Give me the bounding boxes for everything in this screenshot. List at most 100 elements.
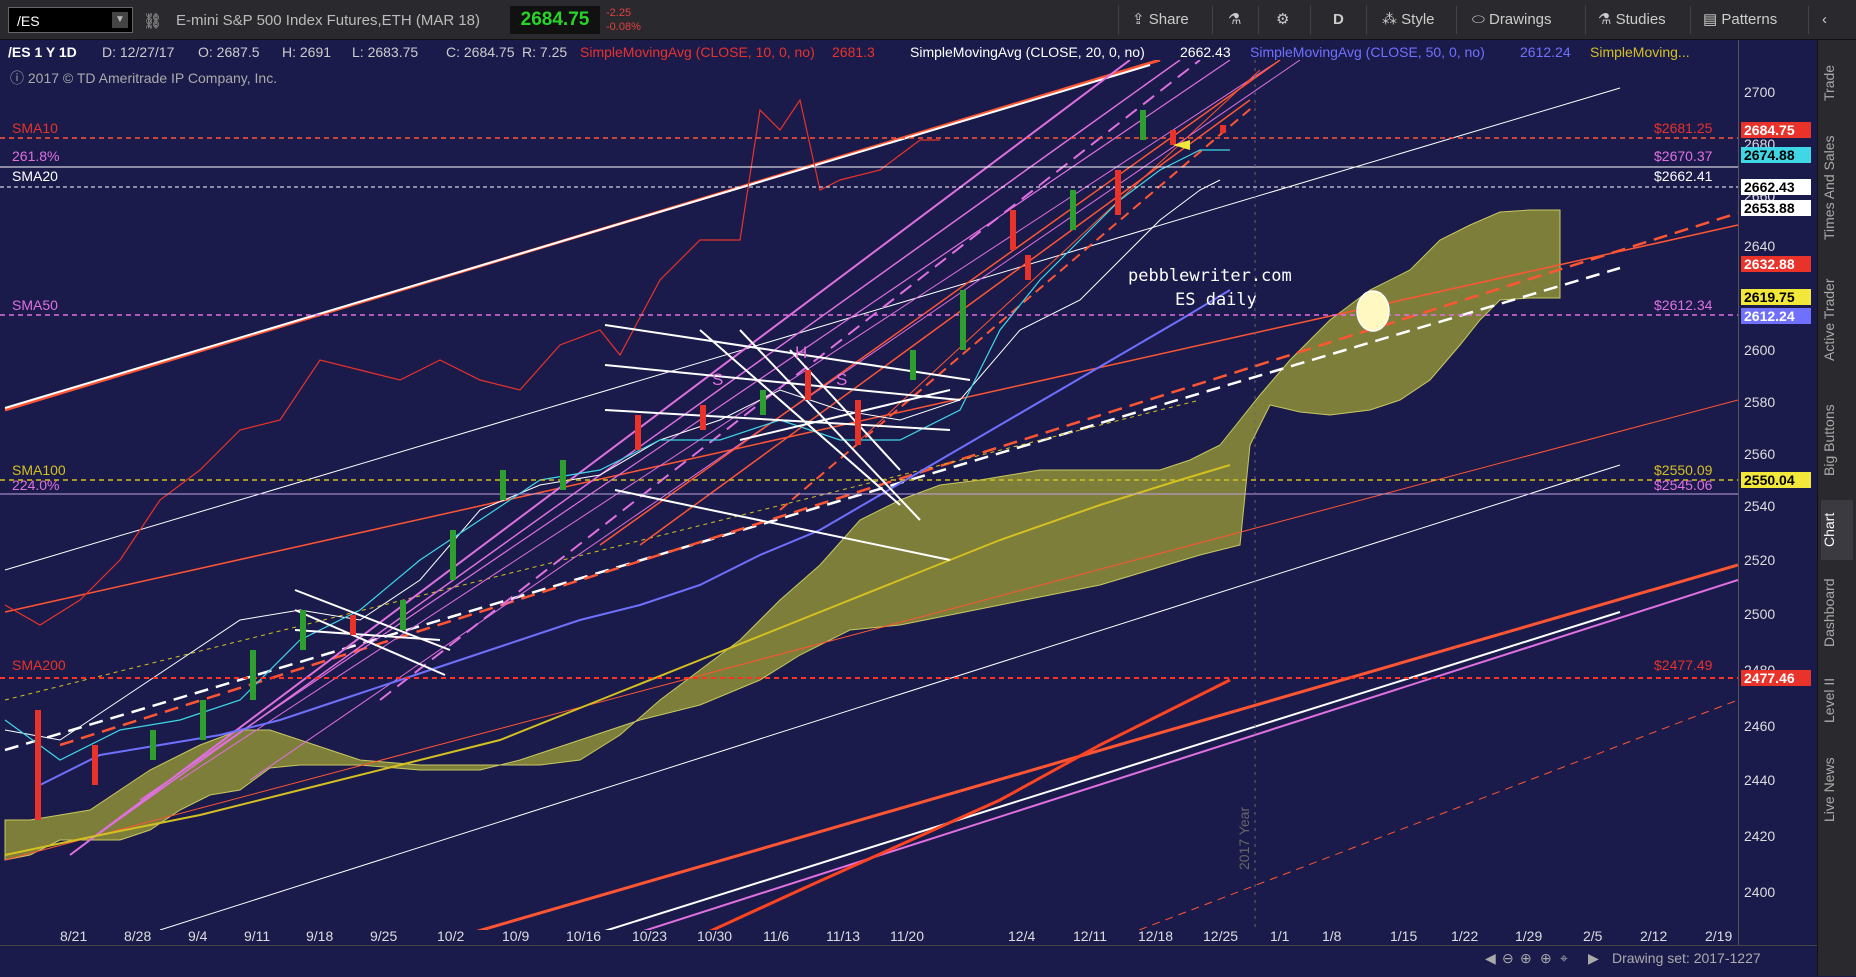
open-label: O: 2687.5	[198, 44, 260, 60]
annotation-head: H	[795, 343, 808, 362]
left-label-fib: 261.8%	[12, 148, 60, 164]
sma20-study-value: 2662.43	[1180, 44, 1231, 60]
tab-level-ii[interactable]: Level II	[1821, 670, 1853, 730]
y-tick: 2460	[1744, 718, 1776, 734]
x-tick: 10/9	[502, 928, 530, 944]
tab-active-trader[interactable]: Active Trader	[1821, 265, 1853, 375]
tab-trade[interactable]: Trade	[1821, 55, 1853, 110]
sma50-study-label[interactable]: SimpleMovingAvg (CLOSE, 50, 0, no)	[1250, 44, 1485, 60]
right-label-sma200: $2477.49	[1654, 657, 1713, 673]
x-tick: 2/19	[1705, 928, 1733, 944]
y-tick: 2400	[1744, 884, 1776, 900]
right-label-sma10: $2681.25	[1654, 120, 1713, 136]
sma50-study-value: 2612.24	[1520, 44, 1571, 60]
x-tick: 12/11	[1073, 928, 1107, 944]
date-label: D: 12/27/17	[102, 44, 175, 60]
y-tick: 2500	[1744, 606, 1776, 622]
x-tick: 11/20	[890, 928, 924, 944]
left-label-sma20: SMA20	[12, 168, 58, 184]
x-tick: 10/30	[697, 928, 733, 944]
left-label-sma200: SMA200	[12, 657, 66, 673]
right-label-sma50: $2612.34	[1654, 297, 1713, 313]
x-tick: 1/15	[1390, 928, 1418, 944]
high-label: H: 2691	[282, 44, 332, 60]
close-label: C: 2684.75	[446, 44, 515, 60]
x-tick: 1/29	[1515, 928, 1543, 944]
sma10-study-label[interactable]: SimpleMovingAvg (CLOSE, 10, 0, no)	[580, 44, 815, 60]
zoom-out-icon[interactable]: ⊖	[1502, 950, 1514, 967]
y-tick: 2640	[1744, 238, 1776, 254]
tab-live-news[interactable]: Live News	[1821, 745, 1853, 835]
price-badge: 2662.43	[1741, 179, 1811, 195]
price-badge: 2477.46	[1741, 670, 1811, 686]
y-tick: 2560	[1744, 446, 1776, 462]
y-tick: 2520	[1744, 552, 1776, 568]
annotation-subtitle: ES daily	[1175, 290, 1257, 310]
price-axis[interactable]	[1738, 40, 1817, 945]
x-tick: 1/8	[1322, 928, 1342, 944]
tab-dashboard[interactable]: Dashboard	[1821, 570, 1853, 655]
y-tick: 2420	[1744, 828, 1776, 844]
right-label-fib: $2670.37	[1654, 148, 1713, 164]
drawing-set-label[interactable]: Drawing set: 2017-1227	[1612, 950, 1761, 966]
annotation-shoulder-right: S	[836, 370, 848, 389]
ichimoku-cloud	[4, 209, 1561, 861]
price-badge: 2619.75	[1741, 289, 1811, 305]
info-bar: /ES 1 Y 1D D: 12/27/17 O: 2687.5 H: 2691…	[0, 41, 1753, 63]
price-badge: 2632.88	[1741, 256, 1811, 272]
y-tick: 2700	[1744, 84, 1776, 100]
x-tick: 9/11	[244, 928, 271, 944]
x-tick: 2/12	[1640, 928, 1668, 944]
y-tick: 2540	[1744, 498, 1776, 514]
x-tick: 2/5	[1583, 928, 1603, 944]
annotation-site: pebblewriter.com	[1128, 266, 1292, 286]
sma-cyan-line	[4, 149, 1230, 761]
crosshair-icon[interactable]: ⊕	[1520, 950, 1532, 967]
x-tick: 9/4	[188, 928, 208, 944]
right-label-fib224: $2545.06	[1654, 477, 1713, 493]
x-tick: 9/18	[306, 928, 334, 944]
right-label-sma20: $2662.41	[1654, 168, 1713, 184]
tab-big-buttons[interactable]: Big Buttons	[1821, 390, 1853, 490]
low-label: L: 2683.75	[352, 44, 419, 60]
chevron-left-icon[interactable]: ‹	[1822, 8, 1827, 32]
price-badge: 2550.04	[1741, 472, 1811, 488]
x-tick: 1/1	[1270, 928, 1290, 944]
x-tick: 9/25	[370, 928, 398, 944]
y-tick: 2600	[1744, 342, 1776, 358]
scroll-left-icon[interactable]: ◀	[1485, 950, 1496, 967]
y-tick: 2580	[1744, 394, 1776, 410]
sma10-study-value: 2681.3	[832, 44, 875, 60]
sma-more-label[interactable]: SimpleMoving...	[1590, 44, 1690, 60]
tab-times-and-sales[interactable]: Times And Sales	[1821, 125, 1853, 250]
zoom-in-icon[interactable]: ⊕	[1540, 950, 1552, 967]
x-tick: 11/13	[826, 928, 860, 944]
x-tick: 10/2	[437, 928, 465, 944]
x-tick: 8/21	[60, 928, 88, 944]
price-badge: 2674.88	[1741, 147, 1811, 163]
sma20-study-label[interactable]: SimpleMovingAvg (CLOSE, 20, 0, no)	[910, 44, 1145, 60]
fit-icon[interactable]: ⌖	[1560, 950, 1568, 967]
scroll-right-icon[interactable]: ▶	[1588, 950, 1599, 967]
info-icon: ⓘ	[10, 70, 24, 86]
copyright-text: ⓘ 2017 © TD Ameritrade IP Company, Inc.	[10, 70, 278, 86]
left-label-sma10: SMA10	[12, 120, 58, 136]
period-label[interactable]: /ES 1 Y 1D	[8, 44, 77, 60]
sma20-line	[4, 179, 1221, 741]
right-label-sma100: $2550.09	[1654, 462, 1713, 478]
candles	[35, 110, 1226, 820]
range-label: R: 7.25	[522, 44, 568, 60]
x-tick: 11/6	[763, 928, 790, 944]
annotation-year: 2017 Year	[1236, 806, 1252, 870]
left-label-fib224: 224.0%	[12, 477, 60, 493]
tab-chart[interactable]: Chart	[1821, 500, 1853, 560]
chart-drawings	[0, 60, 1738, 930]
price-badge: 2653.88	[1741, 200, 1811, 216]
price-badge: 2684.75	[1741, 122, 1811, 138]
x-tick: 12/4	[1008, 928, 1036, 944]
sma200-line	[709, 678, 1231, 930]
x-tick: 10/23	[632, 928, 668, 944]
x-tick: 12/18	[1138, 928, 1174, 944]
price-badge: 2612.24	[1741, 308, 1811, 324]
x-tick: 10/16	[566, 928, 602, 944]
